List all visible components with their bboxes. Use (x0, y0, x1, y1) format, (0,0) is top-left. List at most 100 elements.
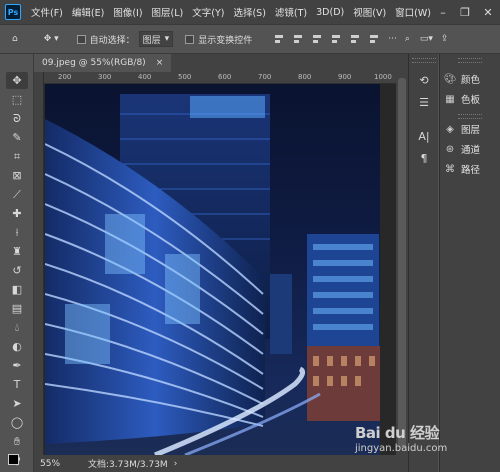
baidu-watermark: Bai du 经验 jingyan.baidu.com (355, 422, 447, 454)
clone-stamp-tool-icon[interactable]: ♜ (6, 243, 28, 260)
right-small-tower (270, 274, 292, 354)
menu-view[interactable]: 视图(V) (353, 5, 386, 19)
pen-tool-icon[interactable]: ✒ (6, 357, 28, 374)
align-right-icon[interactable] (369, 34, 379, 44)
document-size: 文档:3.73M/3.73M (88, 460, 168, 470)
show-transform-option[interactable]: 显示变换控件 (185, 33, 252, 46)
healing-brush-tool-icon[interactable]: ✚ (6, 205, 28, 222)
panel-grip[interactable] (412, 58, 436, 63)
tools-panel: ✥ ⬚ ᘐ ✎ ⌗ ⊠ ⟋ ✚ ⟊ ♜ ↺ ◧ ▤ 💧︎ ◐ ✒ T ➤ ◯ ✋… (0, 54, 34, 472)
ruler-mark: 600 (218, 73, 232, 81)
panel-icon-strip: ⟲ ☰ A| ¶ (408, 54, 438, 472)
options-bar: ⌂ ✥ ▾ 自动选择： 图层 ▾ 显示变换控件 ··· ⌕ ▭▾ ⇪ (0, 24, 500, 54)
more-options-icon[interactable]: ··· (388, 34, 397, 44)
align-vcenter-icon[interactable] (293, 34, 303, 44)
panel-dock-grip[interactable] (458, 58, 482, 63)
menu-bar: Ps 文件(F) 编辑(E) 图像(I) 图层(L) 文字(Y) 选择(S) 滤… (0, 0, 500, 24)
align-hcenter-icon[interactable] (350, 34, 360, 44)
panel-dock: 🎨︎ 颜色 ▦ 色板 ◈ 图层 ⊛ 通道 ⌘ 路径 (439, 54, 500, 472)
move-tool-icon[interactable]: ✥ (6, 72, 28, 89)
blur-tool-icon[interactable]: 💧︎ (6, 319, 28, 336)
path-select-tool-icon[interactable]: ➤ (6, 395, 28, 412)
menu-layer[interactable]: 图层(L) (152, 5, 184, 19)
crop-tool-icon[interactable]: ⌗ (6, 148, 28, 165)
ruler-mark: 400 (138, 73, 152, 81)
ruler-mark: 500 (178, 73, 192, 81)
ellipse-tool-icon[interactable]: ◯ (6, 414, 28, 431)
frame-tool-icon[interactable]: ⊠ (6, 167, 28, 184)
layers-panel-label: 图层 (461, 125, 481, 136)
menu-window[interactable]: 窗口(W) (395, 5, 431, 19)
close-icon[interactable]: ✕ (477, 0, 499, 24)
lasso-tool-icon[interactable]: ᘐ (6, 110, 28, 127)
ruler-mark: 200 (58, 73, 72, 81)
zoom-level[interactable]: 55% (40, 459, 60, 469)
quick-select-tool-icon[interactable]: ✎ (6, 129, 28, 146)
menu-image[interactable]: 图像(I) (113, 5, 142, 19)
dodge-tool-icon[interactable]: ◐ (6, 338, 28, 355)
brush-tool-icon[interactable]: ⟊ (6, 224, 28, 241)
menu-edit[interactable]: 编辑(E) (72, 5, 104, 19)
channels-panel-tab[interactable]: ⊛ 通道 (444, 140, 500, 158)
align-left-icon[interactable] (331, 34, 341, 44)
share-icon[interactable]: ⇪ (441, 34, 449, 44)
ruler-top: 200 300 400 500 600 700 800 900 1000 (44, 72, 396, 84)
eraser-tool-icon[interactable]: ◧ (6, 281, 28, 298)
paths-panel-tab[interactable]: ⌘ 路径 (444, 160, 500, 178)
vertical-scroll-thumb[interactable] (398, 78, 406, 448)
auto-select-checkbox[interactable] (76, 34, 86, 44)
city-photo (45, 94, 380, 455)
panel-group-grip[interactable] (458, 114, 482, 119)
ruler-mark: 700 (258, 73, 272, 81)
ruler-mark: 1000 (374, 73, 392, 81)
image-canvas[interactable] (45, 84, 380, 455)
swatches-panel-tab[interactable]: ▦ 色板 (444, 90, 500, 108)
paragraph-panel-icon[interactable]: ¶ (415, 150, 433, 166)
workspace-icon[interactable]: ▭▾ (420, 34, 433, 44)
ruler-mark: 300 (98, 73, 112, 81)
align-top-icon[interactable] (274, 34, 284, 44)
layers-panel-tab[interactable]: ◈ 图层 (444, 120, 500, 138)
menu-3d[interactable]: 3D(D) (316, 7, 344, 18)
gradient-tool-icon[interactable]: ▤ (6, 300, 28, 317)
paths-panel-label: 路径 (461, 165, 481, 176)
status-arrow-icon[interactable]: › (174, 459, 178, 469)
auto-select-option[interactable]: 自动选择： (76, 33, 135, 46)
auto-select-dropdown[interactable]: 图层 ▾ (138, 31, 174, 47)
close-tab-icon[interactable]: × (156, 58, 164, 68)
show-transform-checkbox[interactable] (185, 34, 195, 44)
ruler-mark: 900 (338, 73, 352, 81)
color-panel-tab[interactable]: 🎨︎ 颜色 (444, 70, 500, 88)
properties-panel-icon[interactable]: ☰ (415, 94, 433, 110)
minimize-icon[interactable]: – (432, 0, 454, 24)
foreground-color-swatch[interactable] (8, 454, 19, 465)
document-title: 09.jpeg @ 55%(RGB/8) (42, 58, 146, 68)
eyedropper-tool-icon[interactable]: ⟋ (6, 186, 28, 203)
palette-icon: 🎨︎ (443, 73, 457, 85)
align-bottom-icon[interactable] (312, 34, 322, 44)
watermark-url: jingyan.baidu.com (355, 443, 448, 454)
menu-filter[interactable]: 滤镜(T) (275, 5, 307, 19)
watermark-brand: Bai du 经验 (355, 424, 440, 442)
history-brush-tool-icon[interactable]: ↺ (6, 262, 28, 279)
swatches-icon: ▦ (445, 93, 455, 105)
menu-select[interactable]: 选择(S) (233, 5, 265, 19)
marquee-tool-icon[interactable]: ⬚ (6, 91, 28, 108)
hand-tool-icon[interactable]: ✋︎ (6, 433, 28, 450)
move-tool-preset[interactable]: ✥ ▾ (44, 34, 59, 44)
menu-type[interactable]: 文字(Y) (192, 5, 224, 19)
character-panel-icon[interactable]: A| (415, 128, 433, 144)
home-icon[interactable]: ⌂ (12, 34, 18, 44)
restore-icon[interactable]: ❐ (454, 0, 476, 24)
vertical-scrollbar[interactable] (396, 72, 408, 455)
history-panel-icon[interactable]: ⟲ (415, 72, 433, 88)
menu-file[interactable]: 文件(F) (31, 5, 63, 19)
ruler-left (34, 72, 44, 455)
search-icon[interactable]: ⌕ (405, 34, 410, 44)
layers-icon: ◈ (446, 123, 454, 135)
status-bar: 55% 文档:3.73M/3.73M › (34, 455, 408, 472)
align-buttons (274, 34, 388, 44)
type-tool-icon[interactable]: T (6, 376, 28, 393)
document-tab[interactable]: 09.jpeg @ 55%(RGB/8) × (34, 54, 172, 72)
paths-icon: ⌘ (445, 163, 455, 175)
